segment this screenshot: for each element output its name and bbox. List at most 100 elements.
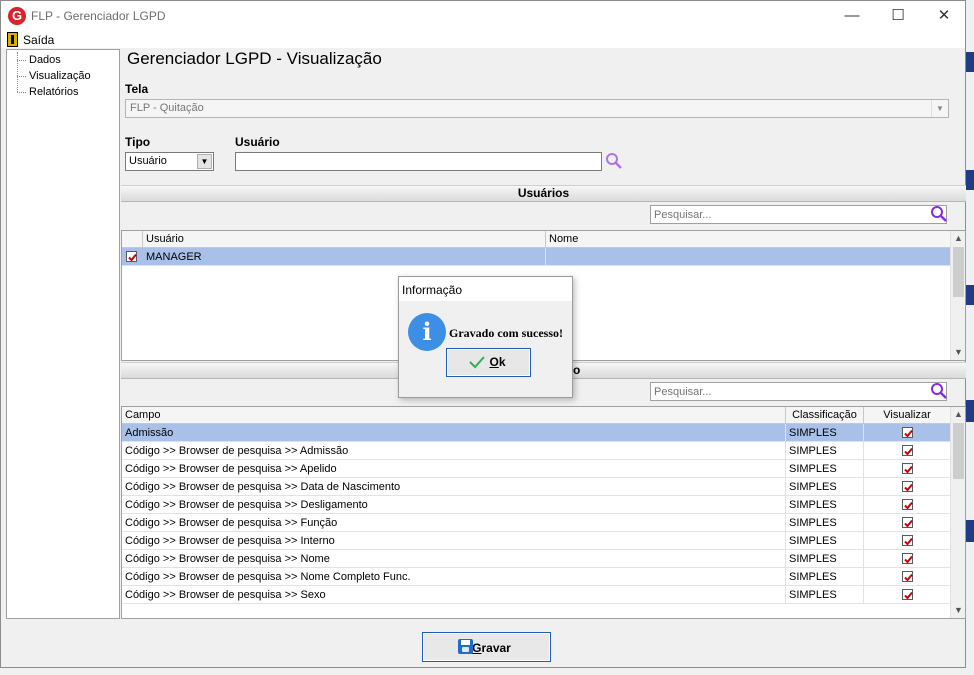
cell-classificacao: SIMPLES xyxy=(786,496,864,514)
header-cell-campo[interactable]: Campo xyxy=(122,407,786,424)
info-icon: i xyxy=(408,313,446,351)
visualizar-checkbox[interactable] xyxy=(902,517,913,528)
cell-classificacao: SIMPLES xyxy=(786,442,864,460)
search-icon[interactable] xyxy=(605,152,623,170)
cell-classificacao: SIMPLES xyxy=(786,514,864,532)
visualizar-checkbox[interactable] xyxy=(902,481,913,492)
cell-visualizar xyxy=(864,568,951,586)
header-cell-usuario[interactable]: Usuário xyxy=(143,231,546,248)
scroll-thumb[interactable] xyxy=(953,247,964,297)
visualizar-checkbox[interactable] xyxy=(902,499,913,510)
info-dialog: Informação i Gravado com sucesso! Ok xyxy=(398,276,573,398)
ok-label: k xyxy=(498,355,506,369)
cell-campo: Código >> Browser de pesquisa >> Data de… xyxy=(122,478,786,496)
search-icon[interactable] xyxy=(930,382,948,400)
gravar-button[interactable]: Gravar xyxy=(422,632,551,662)
menu-item-exit[interactable]: Saída xyxy=(23,33,54,47)
background-app-mark xyxy=(966,520,974,542)
scroll-down-icon[interactable]: ▼ xyxy=(951,346,965,359)
tree-item-visualizacao[interactable]: Visualização xyxy=(7,68,119,84)
campos-grid: Campo Classificação Visualizar Admissão S… xyxy=(121,406,966,619)
search-icon[interactable] xyxy=(930,205,948,223)
app-logo-icon: G xyxy=(8,7,26,25)
cell-campo: Código >> Browser de pesquisa >> Desliga… xyxy=(122,496,786,514)
cell-classificacao: SIMPLES xyxy=(786,424,864,442)
table-row[interactable]: Código >> Browser de pesquisa >> Data de… xyxy=(122,478,951,496)
cell-classificacao: SIMPLES xyxy=(786,550,864,568)
usuarios-search-input[interactable] xyxy=(650,205,947,224)
ok-accel: O xyxy=(489,355,499,369)
visualizar-checkbox[interactable] xyxy=(902,571,913,582)
cell-campo: Código >> Browser de pesquisa >> Nome Co… xyxy=(122,568,786,586)
tipo-select[interactable]: Usuário ▼ xyxy=(125,152,214,171)
campos-search-input[interactable] xyxy=(650,382,947,401)
cell-campo: Código >> Browser de pesquisa >> Admissã… xyxy=(122,442,786,460)
table-row[interactable]: Código >> Browser de pesquisa >> Nome Co… xyxy=(122,568,951,586)
cell-campo: Código >> Browser de pesquisa >> Apelido xyxy=(122,460,786,478)
header-cell-classificacao[interactable]: Classificação xyxy=(786,407,864,424)
table-row[interactable]: Código >> Browser de pesquisa >> Desliga… xyxy=(122,496,951,514)
header-cell-nome[interactable]: Nome xyxy=(546,231,951,248)
chevron-down-icon[interactable]: ▼ xyxy=(931,100,948,117)
tree-item-relatorios[interactable]: Relatórios xyxy=(7,84,119,100)
background-app-mark xyxy=(966,170,974,190)
visualizar-checkbox[interactable] xyxy=(902,589,913,600)
minimize-button[interactable]: — xyxy=(829,1,875,31)
cell-classificacao: SIMPLES xyxy=(786,478,864,496)
usuario-input[interactable] xyxy=(235,152,602,171)
table-row[interactable]: Código >> Browser de pesquisa >> Admissã… xyxy=(122,442,951,460)
usuarios-section-header: Usuários xyxy=(121,185,966,202)
exit-door-icon[interactable] xyxy=(7,32,18,47)
table-row[interactable]: Código >> Browser de pesquisa >> Apelido… xyxy=(122,460,951,478)
table-row[interactable]: Admissão SIMPLES xyxy=(122,424,951,442)
visualizar-checkbox[interactable] xyxy=(902,463,913,474)
background-app-mark xyxy=(966,52,974,72)
scroll-up-icon[interactable]: ▲ xyxy=(951,232,965,245)
cell-campo: Código >> Browser de pesquisa >> Interno xyxy=(122,532,786,550)
close-button[interactable]: ✕ xyxy=(921,1,967,31)
chevron-down-icon[interactable]: ▼ xyxy=(197,154,212,169)
scroll-thumb[interactable] xyxy=(953,423,964,479)
campos-grid-header: Campo Classificação Visualizar xyxy=(122,407,951,424)
check-icon xyxy=(128,253,137,262)
cell-campo: Admissão xyxy=(122,424,786,442)
menu-bar: Saída xyxy=(1,31,965,48)
table-row[interactable]: Código >> Browser de pesquisa >> Interno… xyxy=(122,532,951,550)
cell-campo: Código >> Browser de pesquisa >> Sexo xyxy=(122,586,786,604)
check-icon xyxy=(904,483,913,492)
table-row[interactable]: MANAGER xyxy=(122,248,951,266)
cell-campo: Código >> Browser de pesquisa >> Função xyxy=(122,514,786,532)
visualizar-checkbox[interactable] xyxy=(902,445,913,456)
check-icon xyxy=(904,465,913,474)
ok-button[interactable]: Ok xyxy=(446,348,531,377)
title-bar: G FLP - Gerenciador LGPD — ☐ ✕ xyxy=(1,1,965,31)
cell-nome xyxy=(546,248,951,266)
scroll-up-icon[interactable]: ▲ xyxy=(951,408,965,421)
visualizar-checkbox[interactable] xyxy=(902,553,913,564)
maximize-button[interactable]: ☐ xyxy=(875,1,921,31)
table-row[interactable]: Código >> Browser de pesquisa >> Nome SIM… xyxy=(122,550,951,568)
tela-combo[interactable]: FLP - Quitação ▼ xyxy=(125,99,949,118)
scroll-down-icon[interactable]: ▼ xyxy=(951,604,965,617)
cell-classificacao: SIMPLES xyxy=(786,586,864,604)
dialog-title-bar: Informação xyxy=(399,277,572,301)
check-icon xyxy=(904,555,913,564)
campos-scrollbar[interactable]: ▲ ▼ xyxy=(950,407,965,618)
tree-item-dados[interactable]: Dados xyxy=(7,52,119,68)
cell-classificacao: SIMPLES xyxy=(786,532,864,550)
row-checkbox[interactable] xyxy=(126,251,137,262)
cell-usuario: MANAGER xyxy=(143,248,546,266)
check-icon xyxy=(904,537,913,546)
check-icon xyxy=(904,591,913,600)
table-row[interactable]: Código >> Browser de pesquisa >> Sexo SIM… xyxy=(122,586,951,604)
header-cell-visualizar[interactable]: Visualizar xyxy=(864,407,951,424)
check-icon xyxy=(904,501,913,510)
visualizar-checkbox[interactable] xyxy=(902,427,913,438)
cell-visualizar xyxy=(864,532,951,550)
dialog-message: Gravado com sucesso! xyxy=(449,326,563,340)
check-icon xyxy=(904,447,913,456)
usuarios-scrollbar[interactable]: ▲ ▼ xyxy=(950,231,965,360)
visualizar-checkbox[interactable] xyxy=(902,535,913,546)
table-row[interactable]: Código >> Browser de pesquisa >> Função S… xyxy=(122,514,951,532)
usuarios-grid-header: Usuário Nome xyxy=(122,231,951,248)
